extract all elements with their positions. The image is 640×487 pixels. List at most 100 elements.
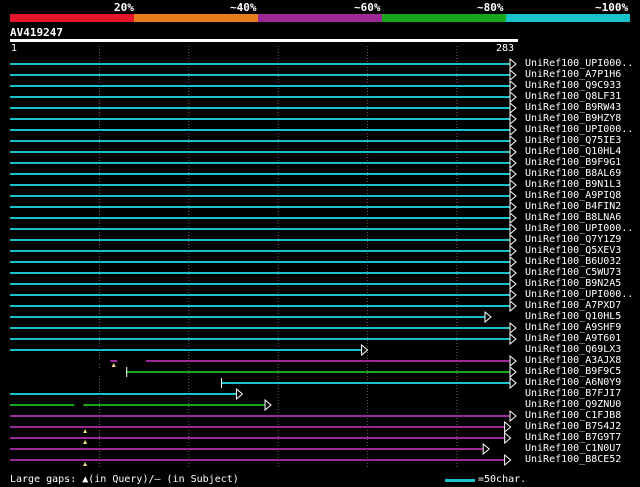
hit-end-arrow bbox=[509, 409, 517, 423]
hit-bar bbox=[10, 349, 363, 351]
hit-end-arrow bbox=[504, 431, 512, 445]
hit-label[interactable]: UniRef100_Q5XEV3 bbox=[525, 245, 621, 256]
hit-end-arrow bbox=[509, 332, 517, 346]
hit-bar bbox=[10, 228, 511, 230]
hit-label[interactable]: UniRef100_B9N1L3 bbox=[525, 179, 621, 190]
hit-bar bbox=[10, 316, 486, 318]
hit-label[interactable]: UniRef100_Q10HL5 bbox=[525, 311, 621, 322]
hit-end-arrow bbox=[509, 200, 517, 214]
hit-end-arrow bbox=[509, 354, 517, 368]
hit-end-arrow bbox=[509, 211, 517, 225]
hit-label[interactable]: UniRef100_A6N0Y9 bbox=[525, 377, 621, 388]
hit-bar bbox=[10, 129, 511, 131]
unaligned-region bbox=[117, 359, 146, 363]
hit-end-arrow bbox=[509, 79, 517, 93]
hit-label[interactable]: UniRef100_C1N0U7 bbox=[525, 443, 621, 454]
hit-end-arrow bbox=[509, 167, 517, 181]
hit-bar bbox=[10, 107, 511, 109]
scale-legend: =50char. bbox=[478, 474, 527, 485]
hit-bar bbox=[10, 404, 267, 406]
hit-end-arrow bbox=[509, 277, 517, 291]
unaligned-region bbox=[10, 359, 111, 363]
hit-label[interactable]: UniRef100_A9PIQ8 bbox=[525, 190, 621, 201]
hit-end-arrow bbox=[509, 178, 517, 192]
hit-label[interactable]: UniRef100_Q75IE3 bbox=[525, 135, 621, 146]
hit-bar bbox=[10, 140, 511, 142]
hit-label[interactable]: UniRef100_B7S4J2 bbox=[525, 421, 621, 432]
hit-bar bbox=[10, 162, 511, 164]
hit-end-arrow bbox=[504, 420, 512, 434]
hit-end-arrow bbox=[509, 376, 517, 390]
hit-label[interactable]: UniRef100_Q9C933 bbox=[525, 80, 621, 91]
hit-label[interactable]: UniRef100_A9SHF9 bbox=[525, 322, 621, 333]
hit-label[interactable]: UniRef100_B8AL69 bbox=[525, 168, 621, 179]
hit-bar bbox=[10, 448, 485, 450]
hit-end-arrow bbox=[509, 321, 517, 335]
hit-label[interactable]: UniRef100_A9T601 bbox=[525, 333, 621, 344]
hit-end-arrow bbox=[509, 112, 517, 126]
hit-label[interactable]: UniRef100_B9N2A5 bbox=[525, 278, 621, 289]
hit-label[interactable]: UniRef100_B7FJI7 bbox=[525, 388, 621, 399]
hit-end-arrow bbox=[509, 222, 517, 236]
hit-label[interactable]: UniRef100_B8CE52 bbox=[525, 454, 621, 465]
hit-label[interactable]: UniRef100_Q10HL4 bbox=[525, 146, 621, 157]
query-gap-marker bbox=[83, 440, 88, 444]
hit-label[interactable]: UniRef100_B7G9T7 bbox=[525, 432, 621, 443]
query-gap-marker bbox=[83, 462, 88, 466]
hit-label[interactable]: UniRef100_C5WU73 bbox=[525, 267, 621, 278]
hit-end-arrow bbox=[509, 299, 517, 313]
hit-label[interactable]: UniRef100_UPI000.. bbox=[525, 289, 633, 300]
hit-end-arrow bbox=[509, 145, 517, 159]
hit-end-arrow bbox=[509, 266, 517, 280]
hit-end-arrow bbox=[484, 310, 492, 324]
hit-bar bbox=[10, 338, 511, 340]
hit-label[interactable]: UniRef100_B6U032 bbox=[525, 256, 621, 267]
hit-label[interactable]: UniRef100_UPI000.. bbox=[525, 124, 633, 135]
hit-label[interactable]: UniRef100_A7PXD7 bbox=[525, 300, 621, 311]
hit-bar bbox=[10, 151, 511, 153]
hit-bar bbox=[10, 217, 511, 219]
hit-bar bbox=[10, 305, 511, 307]
hit-bar bbox=[10, 96, 511, 98]
hit-bar bbox=[10, 294, 511, 296]
hit-bar bbox=[10, 415, 511, 417]
hit-bar bbox=[10, 184, 511, 186]
hit-label[interactable]: UniRef100_UPI000.. bbox=[525, 223, 633, 234]
hit-label[interactable]: UniRef100_B4FIN2 bbox=[525, 201, 621, 212]
hit-bar bbox=[10, 437, 506, 439]
hit-label[interactable]: UniRef100_B9F9C5 bbox=[525, 366, 621, 377]
hit-end-arrow bbox=[264, 398, 272, 412]
segment-tick bbox=[220, 378, 222, 388]
hit-label[interactable]: UniRef100_B8LNA6 bbox=[525, 212, 621, 223]
hit-end-arrow bbox=[509, 134, 517, 148]
hit-label[interactable]: UniRef100_B9F9G1 bbox=[525, 157, 621, 168]
hit-end-arrow bbox=[509, 244, 517, 258]
hit-bar bbox=[220, 382, 511, 384]
hit-end-arrow bbox=[509, 68, 517, 82]
unaligned-region bbox=[74, 403, 84, 407]
gap-legend: Large gaps: ▲(in Query)/– (in Subject) bbox=[10, 474, 239, 485]
hit-bar bbox=[10, 239, 511, 241]
hit-label[interactable]: UniRef100_C1FJB8 bbox=[525, 410, 621, 421]
hit-end-arrow bbox=[509, 288, 517, 302]
hit-bar bbox=[10, 74, 511, 76]
hit-label[interactable]: UniRef100_Q7Y1Z9 bbox=[525, 234, 621, 245]
hit-label[interactable]: UniRef100_Q8LF31 bbox=[525, 91, 621, 102]
hit-end-arrow bbox=[361, 343, 369, 357]
hit-label[interactable]: UniRef100_A3AJX8 bbox=[525, 355, 621, 366]
hit-bar bbox=[10, 63, 511, 65]
hit-label[interactable]: UniRef100_Q9ZNU0 bbox=[525, 399, 621, 410]
hit-end-arrow bbox=[235, 387, 244, 401]
hit-label[interactable]: UniRef100_UPI000.. bbox=[525, 58, 633, 69]
hit-bar bbox=[10, 272, 511, 274]
hit-label[interactable]: UniRef100_Q69LX3 bbox=[525, 344, 621, 355]
hit-label[interactable]: UniRef100_B9RW43 bbox=[525, 102, 621, 113]
hit-label[interactable]: UniRef100_A7P1H6 bbox=[525, 69, 621, 80]
hit-end-arrow bbox=[509, 123, 517, 137]
hit-end-arrow bbox=[509, 233, 517, 247]
hit-end-arrow bbox=[509, 57, 517, 71]
hit-bar bbox=[10, 173, 511, 175]
hit-end-arrow bbox=[504, 453, 512, 467]
hit-label[interactable]: UniRef100_B9HZY8 bbox=[525, 113, 621, 124]
hit-bar bbox=[10, 426, 506, 428]
